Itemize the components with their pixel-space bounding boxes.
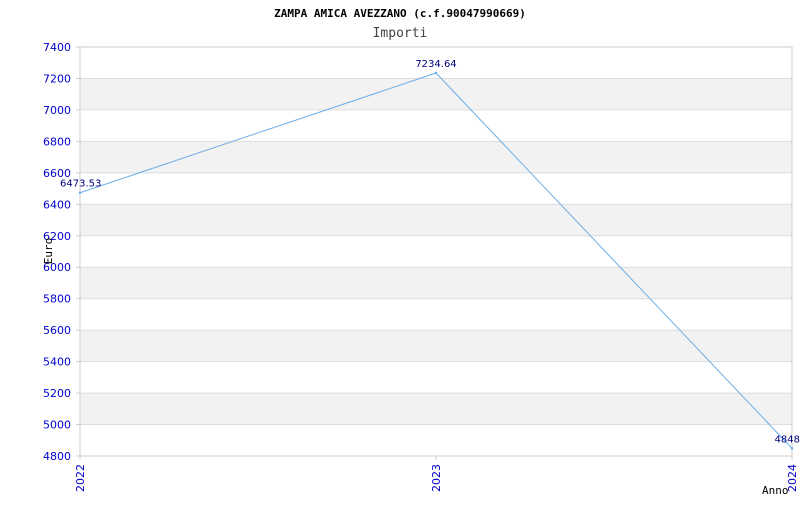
y-axis-label: Euro [42, 238, 55, 265]
data-point [791, 447, 793, 449]
x-tick-label: 2022 [74, 464, 87, 492]
y-tick-label: 4800 [43, 450, 71, 463]
y-tick-label: 7000 [43, 104, 71, 117]
y-tick-label: 6800 [43, 135, 71, 148]
x-tick-label: 2023 [430, 464, 443, 492]
x-axis-label: Anno [762, 484, 789, 497]
y-tick-label: 7200 [43, 72, 71, 85]
grid-band [80, 267, 792, 298]
y-tick-label: 5400 [43, 356, 71, 369]
y-tick-label: 7400 [43, 41, 71, 54]
y-tick-label: 6400 [43, 198, 71, 211]
chart: 4800500052005400560058006000620064006600… [0, 0, 800, 500]
grid-band [80, 393, 792, 424]
chart-svg: 4800500052005400560058006000620064006600… [0, 0, 800, 500]
data-label: 4848.5 [775, 434, 800, 445]
y-tick-label: 5600 [43, 324, 71, 337]
background-bands [80, 78, 792, 424]
chart-subtitle: Importi [373, 26, 428, 41]
grid-band [80, 330, 792, 361]
data-point [79, 192, 81, 194]
x-tick-labels: 202220232024 [74, 464, 799, 492]
grid-band [80, 78, 792, 109]
series-line [80, 73, 792, 448]
y-tick-label: 5800 [43, 293, 71, 306]
data-point [435, 72, 437, 74]
data-labels: 6473.53 7234.64 4848.5 [60, 59, 800, 445]
chart-title: ZAMPA AMICA AVEZZANO (c.f.90047990669) [274, 7, 526, 20]
grid-band [80, 204, 792, 235]
data-label: 6473.53 [60, 179, 101, 190]
data-label: 7234.64 [415, 59, 456, 70]
y-tick-label: 5200 [43, 387, 71, 400]
y-tick-label: 5000 [43, 419, 71, 432]
